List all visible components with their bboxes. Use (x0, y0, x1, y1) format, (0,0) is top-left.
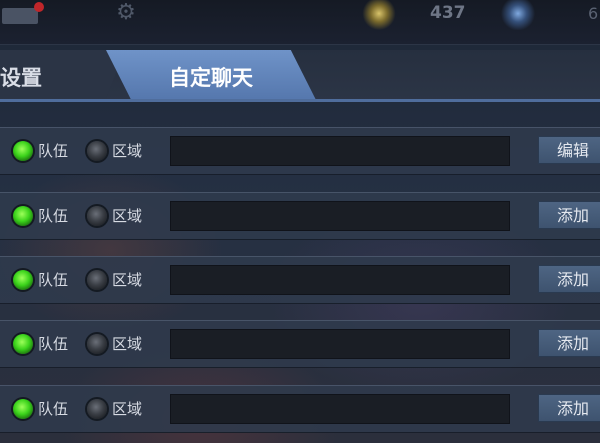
region-radio-label: 区域 (112, 400, 143, 418)
tab-custom-chat-label: 自定聊天 (169, 66, 253, 90)
envelope-shape (2, 8, 38, 24)
region-radio[interactable] (87, 270, 107, 290)
mail-icon[interactable] (2, 2, 44, 26)
region-radio-label: 区域 (112, 142, 143, 160)
message-input[interactable] (170, 329, 510, 359)
team-radio-label: 队伍 (38, 400, 69, 418)
top-right-count: 6 (588, 4, 599, 23)
tab-settings-label: 设置 (0, 66, 42, 90)
chat-row: 队伍 区域 添加 (0, 320, 600, 368)
team-radio[interactable] (13, 270, 33, 290)
top-bar: ⚙ 437 6 (0, 0, 600, 45)
region-radio-label: 区域 (112, 271, 143, 289)
chat-row: 队伍 区域 添加 (0, 385, 600, 433)
add-button[interactable]: 添加 (538, 329, 600, 357)
add-button[interactable]: 添加 (538, 394, 600, 422)
message-input[interactable] (170, 265, 510, 295)
gear-icon[interactable]: ⚙ (115, 2, 137, 24)
add-button[interactable]: 添加 (538, 201, 600, 229)
region-radio-label: 区域 (112, 335, 143, 353)
message-input[interactable] (170, 394, 510, 424)
message-input[interactable] (170, 201, 510, 231)
team-radio-label: 队伍 (38, 142, 69, 160)
blue-currency-icon (500, 0, 536, 30)
edit-button[interactable]: 编辑 (538, 136, 600, 164)
team-radio-label: 队伍 (38, 207, 69, 225)
coin-count: 437 (430, 3, 466, 23)
tab-underline (0, 99, 600, 102)
team-radio-label: 队伍 (38, 271, 69, 289)
message-input[interactable] (170, 136, 510, 166)
region-radio-label: 区域 (112, 207, 143, 225)
region-radio[interactable] (87, 206, 107, 226)
add-button[interactable]: 添加 (538, 265, 600, 293)
region-radio[interactable] (87, 399, 107, 419)
team-radio[interactable] (13, 206, 33, 226)
chat-row: 队伍 区域 添加 (0, 192, 600, 240)
team-radio-label: 队伍 (38, 335, 69, 353)
chat-row: 队伍 区域 编辑 (0, 127, 600, 175)
team-radio[interactable] (13, 141, 33, 161)
notification-dot (34, 2, 44, 12)
gold-currency-icon (362, 0, 396, 30)
team-radio[interactable] (13, 399, 33, 419)
region-radio[interactable] (87, 141, 107, 161)
region-radio[interactable] (87, 334, 107, 354)
chat-row: 队伍 区域 添加 (0, 256, 600, 304)
team-radio[interactable] (13, 334, 33, 354)
